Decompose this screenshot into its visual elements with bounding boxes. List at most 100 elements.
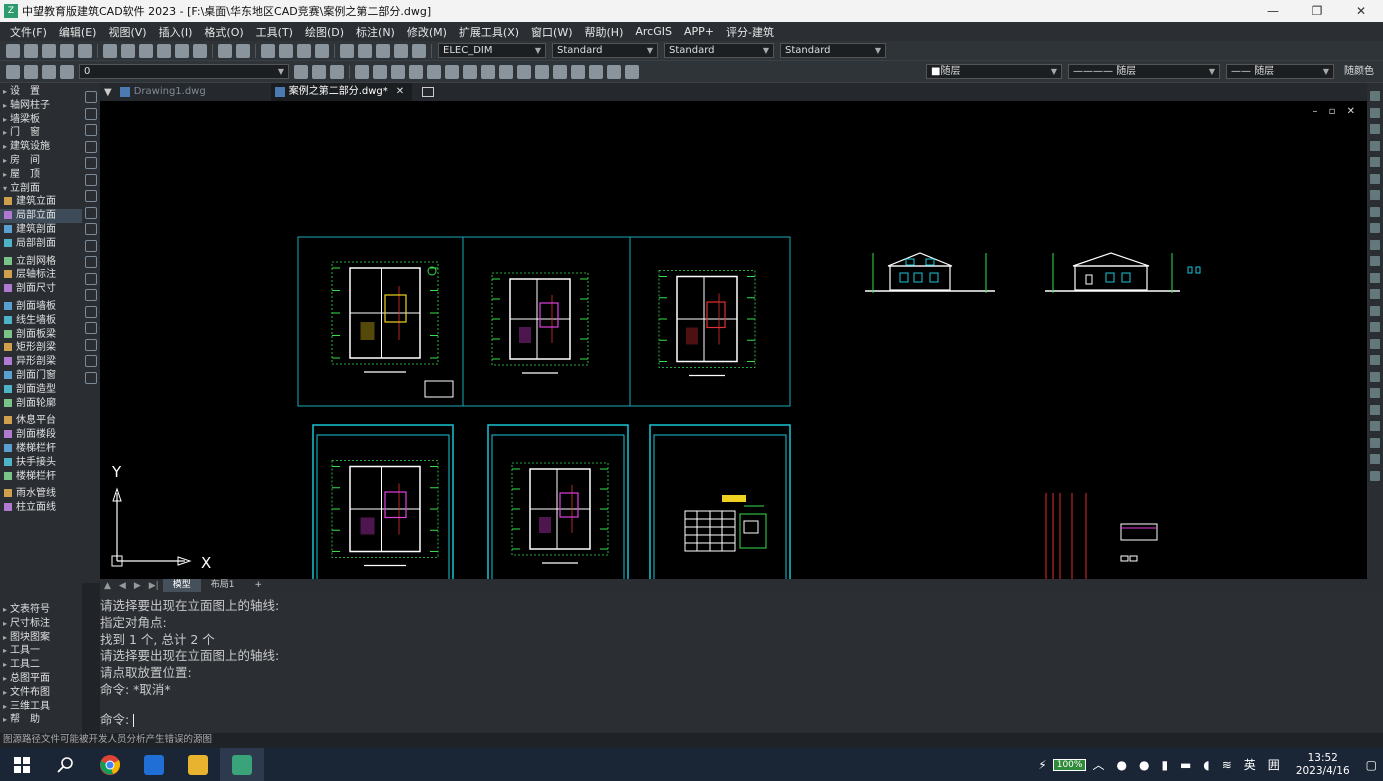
panel-item[interactable]: 线生墙板 [0,314,82,328]
draw-tool-icon[interactable] [85,223,97,235]
ime-mode[interactable]: 囲 [1268,756,1280,773]
plot-preview-icon[interactable] [103,43,117,58]
layer-copy-icon[interactable] [499,64,513,79]
layer-match-icon[interactable] [463,64,477,79]
draw-tool-icon[interactable] [85,140,97,153]
prev-layout-icon[interactable]: ◀ [115,581,130,591]
panel-group[interactable]: ▸ 帮 助 [0,713,82,727]
panel-group[interactable]: ▸ 总图平面 [0,672,82,686]
volume-icon[interactable]: ◖ [1203,758,1209,772]
redo-icon[interactable] [236,43,250,58]
print-icon[interactable] [78,43,92,58]
panel-item[interactable]: 楼梯栏杆 [0,470,82,484]
taskbar-mail[interactable] [132,748,176,781]
modify-tool-icon[interactable] [1370,305,1380,316]
layer-manager-icon[interactable] [6,64,20,79]
panel-group[interactable]: ▸ 工具二 [0,658,82,672]
close-tab-icon[interactable]: ✕ [396,83,404,101]
panel-item[interactable]: 剖面造型 [0,383,82,397]
modify-tool-icon[interactable] [1370,256,1380,266]
menu-item[interactable]: 工具(T) [250,24,299,40]
modify-tool-icon[interactable] [1370,454,1380,464]
layer-off-icon[interactable] [409,64,423,79]
layer-unlock-icon[interactable] [445,64,459,79]
menu-item[interactable]: 帮助(H) [579,24,630,40]
layer-isolate-icon[interactable] [330,64,344,79]
modify-tool-icon[interactable] [1370,157,1380,167]
panel-item[interactable]: 建筑剖面 [0,223,82,237]
layer-on-icon[interactable] [24,64,38,79]
draw-tool-icon[interactable] [85,124,97,136]
draw-tool-icon[interactable] [85,157,97,169]
tab-layout1[interactable]: 布局1 [201,579,245,592]
plotstyle-select[interactable]: 随颜色 [1340,64,1380,79]
panel-item[interactable]: 楼梯栏杆 [0,442,82,456]
modify-tool-icon[interactable] [1370,404,1380,415]
open-file-icon[interactable] [24,43,38,58]
pan-icon[interactable] [261,43,275,58]
draw-tool-icon[interactable] [85,289,97,301]
make-current-layer-icon[interactable] [294,64,308,79]
menu-item[interactable]: 格式(O) [198,24,249,40]
clock[interactable]: 13:52 2023/4/16 [1296,752,1350,778]
taskbar-explorer[interactable] [176,748,220,781]
last-layout-icon[interactable]: ▶| [145,581,163,591]
layer-merge-icon[interactable] [373,64,387,79]
new-tab-icon[interactable] [422,87,435,97]
wechat-icon[interactable]: ● [1116,758,1126,772]
dimstyle-select[interactable]: ELEC_DIM ▼ [438,43,546,58]
modify-tool-icon[interactable] [1370,355,1380,365]
first-layout-icon[interactable]: ▲ [100,581,115,591]
draw-tool-icon[interactable] [85,256,97,268]
menu-item[interactable]: 绘图(D) [299,24,350,40]
panel-group[interactable]: ▸ 图块图案 [0,631,82,645]
help-icon[interactable] [412,43,426,58]
microphone-icon[interactable]: ▮ [1161,758,1168,772]
modify-tool-icon[interactable] [1370,190,1380,200]
modify-tool-icon[interactable] [1370,421,1380,431]
panel-item[interactable]: ▸ 轴网柱子 [0,99,82,113]
modify-tool-icon[interactable] [1370,223,1380,233]
menu-item[interactable]: ArcGIS [629,25,678,38]
close-window-button[interactable]: ✕ [1339,4,1383,18]
modify-tool-icon[interactable] [1370,107,1380,118]
panel-item[interactable]: ▸ 建筑设施 [0,140,82,154]
panel-group[interactable]: ▸ 三维工具 [0,700,82,714]
save-as-icon[interactable] [60,43,74,58]
network-app-icon[interactable]: ● [1139,758,1149,772]
tab-model[interactable]: 模型 [162,579,201,592]
menu-item[interactable]: 标注(N) [350,24,401,40]
draw-tool-icon[interactable] [85,272,97,285]
start-button[interactable] [0,748,44,781]
layer-select[interactable]: 0 ▼ [79,64,289,79]
add-layout-button[interactable]: + [244,579,272,592]
panel-group[interactable]: ▸ 文表符号 [0,603,82,617]
panel-item[interactable]: ▸ 墙梁板 [0,113,82,127]
panel-item[interactable]: 局部立面 [0,209,82,224]
next-layout-icon[interactable]: ▶ [130,581,145,591]
modify-tool-icon[interactable] [1370,206,1380,217]
panel-item[interactable]: 雨水管线 [0,487,82,501]
panel-item[interactable]: 剖面尺寸 [0,282,82,296]
panel-item[interactable]: ▸ 房 间 [0,154,82,168]
search-button[interactable] [44,748,88,781]
panel-item[interactable]: 剖面门窗 [0,369,82,383]
menu-item[interactable]: 扩展工具(X) [453,24,525,40]
tool-palette-icon[interactable] [376,43,390,58]
tab-menu-icon[interactable]: ▼ [100,87,116,98]
layer-filter-icon[interactable] [535,64,549,79]
layer-state-icon[interactable] [517,64,531,79]
panel-item[interactable]: 扶手接头 [0,456,82,470]
undo-icon[interactable] [218,43,232,58]
menu-item[interactable]: 视图(V) [102,24,152,40]
new-file-icon[interactable] [6,43,20,58]
layer-audit-icon[interactable] [571,64,585,79]
menu-item[interactable]: 插入(I) [153,24,199,40]
menu-item[interactable]: 文件(F) [4,24,53,40]
panel-item[interactable]: ▸ 设 置 [0,85,82,99]
lineweight-select[interactable]: —— 随层 ▼ [1226,64,1334,79]
draw-tool-icon[interactable] [85,239,97,252]
panel-item[interactable]: 柱立面线 [0,501,82,515]
panel-group[interactable]: ▸ 文件布图 [0,686,82,700]
save-icon[interactable] [42,43,56,58]
